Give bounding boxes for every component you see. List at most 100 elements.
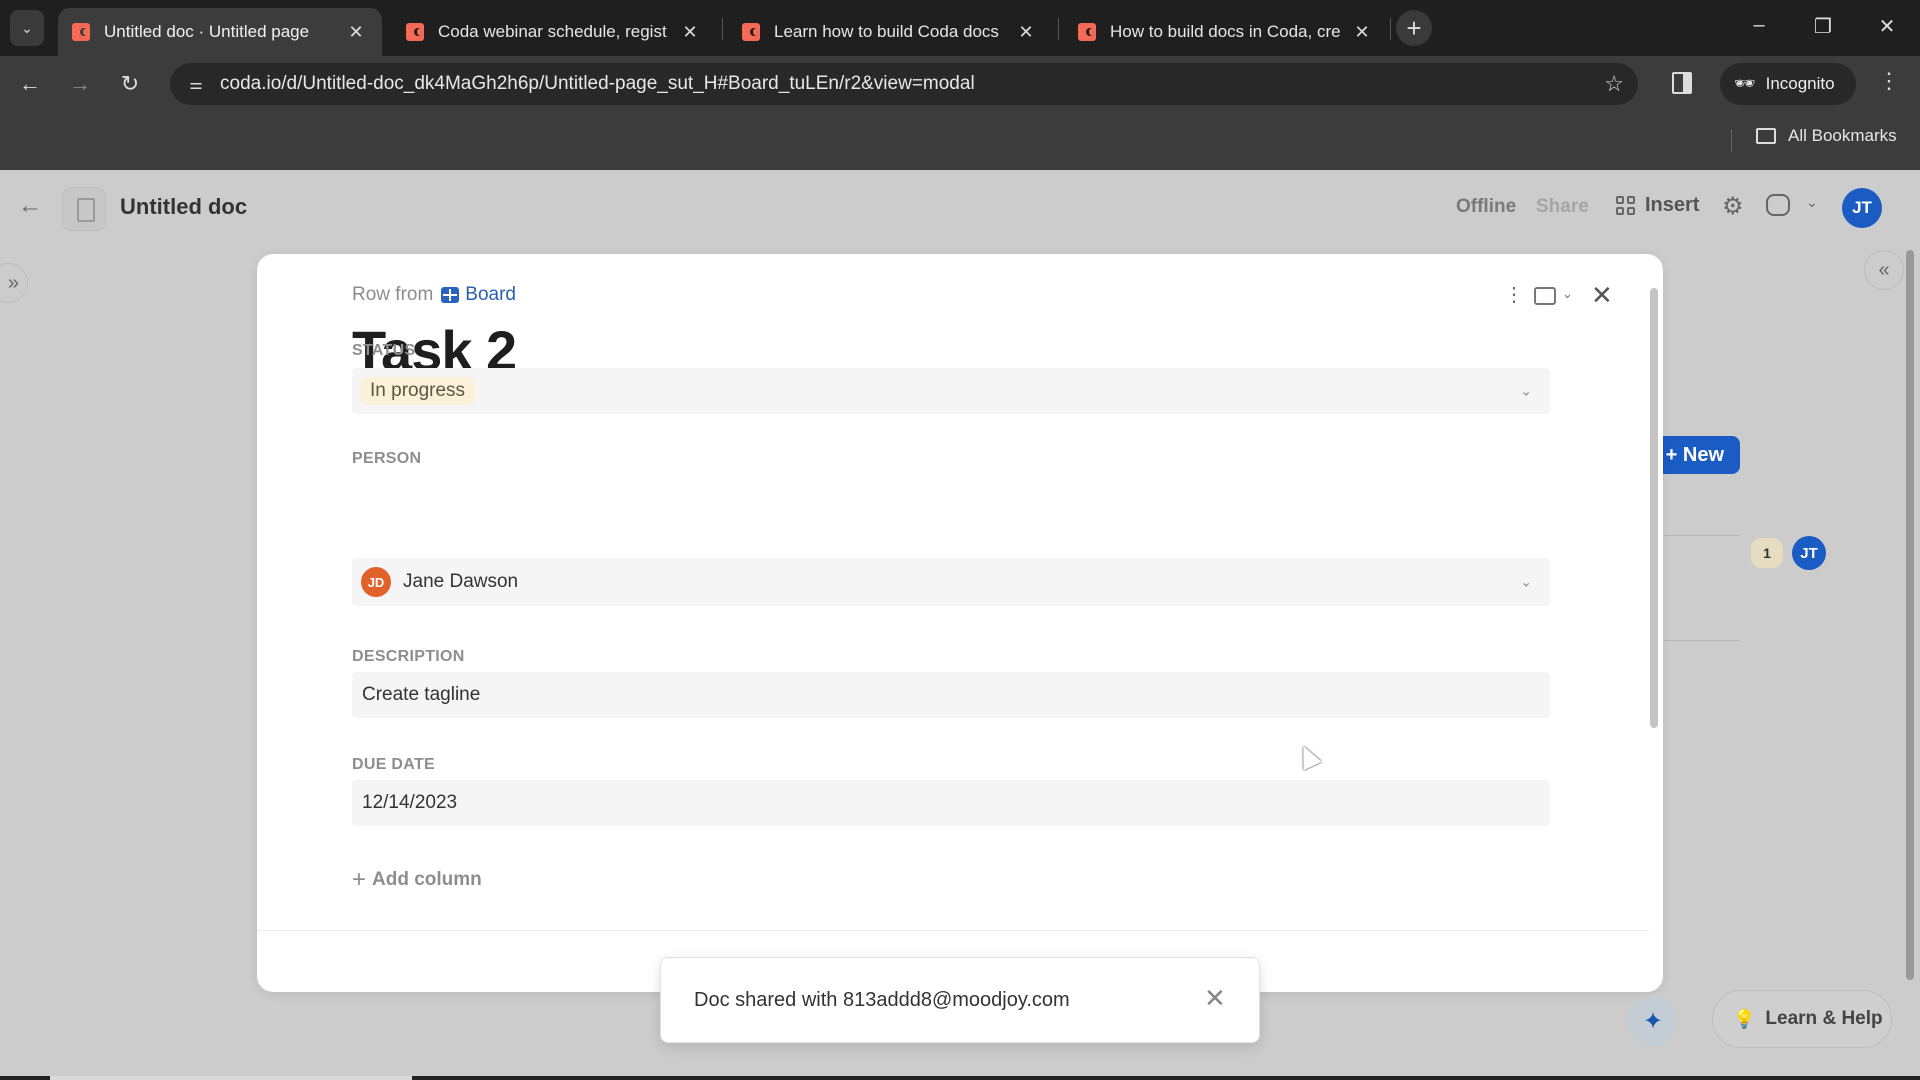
tab-title: How to build docs in Coda, cre <box>1110 22 1340 41</box>
tab-divider <box>1058 18 1059 40</box>
insert-grid-icon <box>1616 196 1635 215</box>
status-pill: In progress <box>360 377 476 405</box>
comment-count-badge[interactable]: 1 <box>1751 538 1783 568</box>
plus-icon: + <box>1406 12 1422 43</box>
row-detail-modal: Row from Board Task 2 ⋮ ⌄ ✕ STATUS In pr… <box>257 254 1663 992</box>
new-tab-button[interactable]: + <box>1396 10 1432 46</box>
doc-title[interactable]: Untitled doc <box>120 194 247 220</box>
arrow-left-icon: ← <box>19 71 41 96</box>
chevron-down-icon[interactable]: ⌄ <box>1806 194 1818 211</box>
share-button[interactable]: Share <box>1536 196 1589 218</box>
status-select[interactable]: In progress ⌄ <box>352 368 1550 414</box>
tab-learn-coda[interactable]: Learn how to build Coda docs ✕ <box>728 8 1052 56</box>
close-tab-icon[interactable]: ✕ <box>1352 22 1372 43</box>
person-name: Jane Dawson <box>403 571 519 592</box>
reload-icon: ↻ <box>120 71 140 96</box>
learn-help-button[interactable]: 💡 Learn & Help <box>1712 990 1892 1048</box>
tab-title: Learn how to build Coda docs <box>774 22 999 41</box>
person-avatar: JD <box>361 567 391 597</box>
tab-divider <box>1390 18 1391 40</box>
user-avatar[interactable]: JT <box>1842 188 1882 228</box>
comment-icon[interactable] <box>1766 194 1790 216</box>
offline-status[interactable]: Offline <box>1456 196 1516 218</box>
coda-favicon-icon <box>742 23 760 41</box>
toast-message: Doc shared with 813addd8@moodjoy.com <box>694 989 1070 1011</box>
page-scrollbar[interactable] <box>1906 250 1914 980</box>
row-from-prefix: Row from <box>352 284 434 305</box>
incognito-icon: 🕶 <box>1734 74 1756 93</box>
row-source: Row from Board <box>352 284 516 306</box>
collapse-panel-icon[interactable]: « <box>1864 250 1904 290</box>
due-date-value: 12/14/2023 <box>362 792 458 813</box>
forward-button[interactable]: → <box>64 68 96 100</box>
tab-coda-webinar[interactable]: Coda webinar schedule, regist ✕ <box>392 8 716 56</box>
tab-title: Coda webinar schedule, regist <box>438 22 667 41</box>
close-tab-icon[interactable]: ✕ <box>680 22 700 43</box>
insert-button[interactable]: Insert <box>1616 194 1699 217</box>
back-button[interactable]: ← <box>14 68 46 100</box>
close-modal-icon[interactable]: ✕ <box>1591 280 1613 311</box>
window-close-button[interactable]: ✕ <box>1872 14 1902 39</box>
description-label: DESCRIPTION <box>352 648 465 665</box>
board-divider <box>1664 640 1740 641</box>
restore-button[interactable]: ❐ <box>1808 14 1838 39</box>
add-column-button[interactable]: + Add column <box>352 866 482 894</box>
incognito-indicator[interactable]: 🕶 Incognito <box>1720 63 1856 105</box>
table-icon <box>441 287 460 303</box>
expand-sidebar-icon[interactable]: » <box>0 263 28 303</box>
doc-icon[interactable] <box>62 187 106 231</box>
all-bookmarks-label: All Bookmarks <box>1788 126 1897 145</box>
close-toast-icon[interactable]: ✕ <box>1204 983 1226 1014</box>
source-table-link[interactable]: Board <box>465 284 516 306</box>
learn-help-label: Learn & Help <box>1765 1008 1883 1029</box>
bookmarks-bar: All Bookmarks <box>0 112 1920 170</box>
view-mode-icon[interactable] <box>1534 287 1556 305</box>
tab-search-button[interactable]: ⌄ <box>10 10 44 46</box>
sparkle-icon: ✦ <box>1642 1007 1664 1035</box>
share-toast: Doc shared with 813addd8@moodjoy.com ✕ <box>660 957 1260 1043</box>
person-label: PERSON <box>352 450 422 467</box>
doc-header: ← Untitled doc Offline Share Insert ⚙ ⌄ … <box>0 170 1920 244</box>
folder-icon <box>1756 128 1776 144</box>
plus-icon: + <box>352 866 367 893</box>
coda-favicon-icon <box>72 23 90 41</box>
description-field[interactable]: Create tagline <box>352 672 1550 718</box>
gear-icon[interactable]: ⚙ <box>1722 192 1744 221</box>
browser-tab-strip: ⌄ Untitled doc · Untitled page ✕ Coda we… <box>0 0 1920 56</box>
insert-label: Insert <box>1645 194 1700 216</box>
address-bar[interactable]: ⚌ coda.io/d/Untitled-doc_dk4MaGh2h6p/Unt… <box>170 63 1638 105</box>
tab-build-docs[interactable]: How to build docs in Coda, cre ✕ <box>1064 8 1388 56</box>
incognito-label: Incognito <box>1765 74 1835 93</box>
status-label: STATUS <box>352 342 416 359</box>
close-tab-icon[interactable]: ✕ <box>1016 22 1036 43</box>
person-select[interactable]: JD Jane Dawson ⌄ <box>352 558 1550 606</box>
arrow-left-icon[interactable]: ← <box>18 192 42 220</box>
tab-untitled-doc[interactable]: Untitled doc · Untitled page ✕ <box>58 8 382 56</box>
description-value: Create tagline <box>362 684 481 705</box>
chevron-down-icon: ⌄ <box>21 19 33 36</box>
due-date-field[interactable]: 12/14/2023 <box>352 780 1550 826</box>
due-date-label: DUE DATE <box>352 756 435 773</box>
all-bookmarks-button[interactable]: All Bookmarks <box>1756 126 1897 146</box>
bookmarks-divider <box>1731 130 1732 152</box>
modal-footer-divider <box>257 930 1649 931</box>
bookmark-star-icon[interactable]: ☆ <box>1604 71 1624 97</box>
side-panel-icon[interactable] <box>1672 72 1692 94</box>
more-options-icon[interactable]: ⋮ <box>1504 282 1524 307</box>
board-divider <box>1664 535 1740 536</box>
ai-assistant-button[interactable]: ✦ <box>1628 996 1678 1046</box>
card-assignee-avatar: JT <box>1792 536 1826 570</box>
arrow-right-icon: → <box>69 71 91 96</box>
coda-favicon-icon <box>406 23 424 41</box>
tab-divider <box>722 18 723 40</box>
tab-title: Untitled doc · Untitled page <box>104 22 310 41</box>
browser-toolbar: ← → ↻ ⚌ coda.io/d/Untitled-doc_dk4MaGh2h… <box>0 56 1920 112</box>
reload-button[interactable]: ↻ <box>114 68 146 100</box>
minimize-button[interactable]: – <box>1744 14 1774 37</box>
chevron-down-icon[interactable]: ⌄ <box>1562 286 1573 302</box>
modal-scrollbar[interactable] <box>1650 288 1658 728</box>
url-text[interactable]: coda.io/d/Untitled-doc_dk4MaGh2h6p/Untit… <box>220 73 975 95</box>
close-tab-icon[interactable]: ✕ <box>346 22 366 43</box>
browser-menu-icon[interactable]: ⋮ <box>1878 68 1900 94</box>
site-info-icon[interactable]: ⚌ <box>184 72 208 96</box>
